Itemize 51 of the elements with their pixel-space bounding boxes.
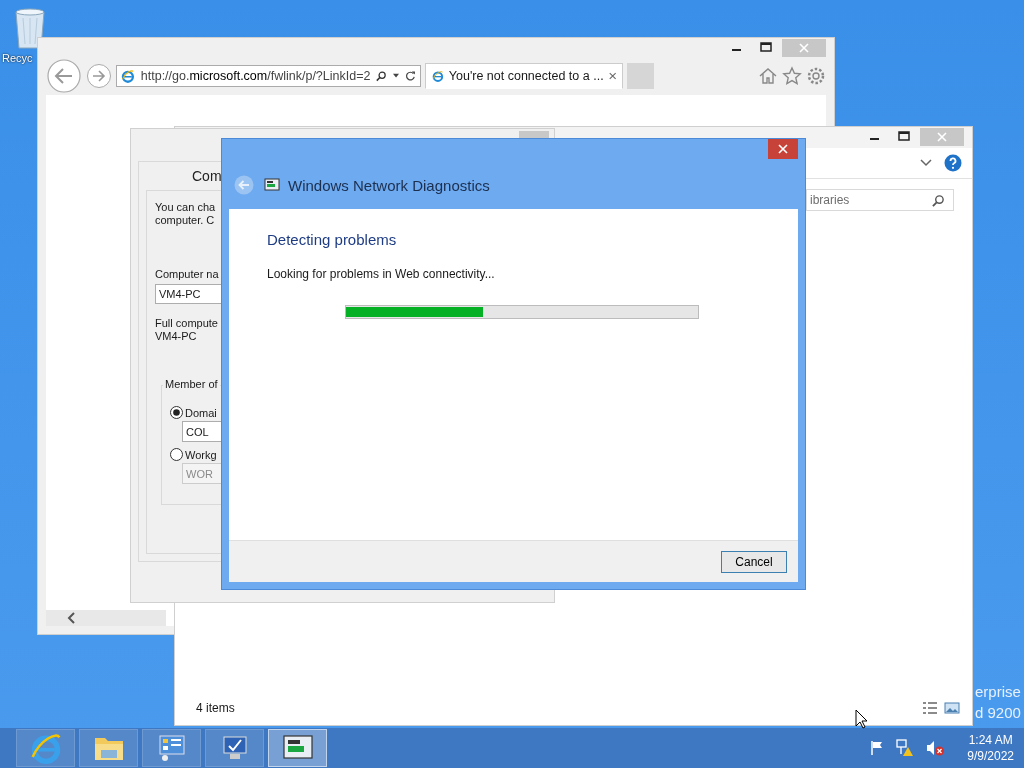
close-icon[interactable]: [608, 71, 616, 81]
status-message: Looking for problems in Web connectivity...: [267, 267, 496, 281]
network-warning-icon[interactable]: [895, 739, 916, 757]
refresh-icon[interactable]: [405, 69, 416, 83]
network-icon: [281, 734, 314, 762]
control-panel-icon: [156, 734, 187, 762]
browser-logo-icon: [121, 67, 135, 85]
address-bar[interactable]: http://go.microsoft.com/fwlink/p/?LinkId=2: [116, 65, 421, 87]
url-text: http://go.microsoft.com/fwlink/p/?LinkId=2: [140, 69, 371, 83]
close-button[interactable]: [768, 139, 798, 159]
horizontal-scrollbar[interactable]: [46, 610, 166, 626]
taskbar-button[interactable]: [268, 729, 327, 767]
speaker-muted-icon[interactable]: [925, 739, 946, 757]
scroll-left-icon[interactable]: [66, 612, 78, 624]
back-icon[interactable]: [46, 58, 82, 94]
description-text: computer. C: [155, 214, 215, 227]
cancel-button[interactable]: Cancel: [721, 550, 787, 573]
search-icon: [932, 193, 945, 207]
close-icon: [778, 144, 788, 154]
search-icon[interactable]: [376, 69, 388, 83]
search-field[interactable]: ibraries: [806, 189, 954, 211]
dialog-heading: Detecting problems: [267, 231, 398, 248]
group-label: Member of: [163, 378, 220, 390]
radio-button[interactable]: [170, 448, 183, 461]
radio-button[interactable]: [170, 406, 183, 419]
watermark-text: d 9200: [975, 704, 1021, 721]
field-label: Full compute: [155, 317, 218, 330]
caret-icon[interactable]: [393, 73, 400, 79]
network-icon: [264, 178, 280, 192]
dialog-title: Com: [192, 168, 222, 184]
watermark-text: erprise: [975, 683, 1021, 700]
settings-icon[interactable]: [806, 66, 826, 86]
browser-logo-icon: [29, 732, 62, 764]
browser-logo-icon: [432, 68, 444, 84]
full-name-text: VM4-PC: [155, 330, 197, 343]
window-title: Windows Network Diagnostics: [288, 176, 490, 194]
forward-icon[interactable]: [86, 63, 112, 89]
recycle-bin-icon[interactable]: [13, 8, 47, 50]
chevron-down-icon[interactable]: [920, 159, 932, 167]
icon-label: Recyc: [2, 52, 33, 64]
clock[interactable]: 1:24 AM 9/9/2022: [967, 732, 1014, 764]
star-icon[interactable]: [782, 66, 802, 86]
status-text: 4 items: [196, 701, 235, 715]
details-view-icon[interactable]: [922, 701, 938, 715]
browser-tab[interactable]: You're not connected to a ...: [425, 63, 623, 89]
description-text: You can cha: [155, 201, 216, 214]
help-icon[interactable]: [944, 154, 962, 172]
home-icon[interactable]: [758, 66, 778, 86]
thumbnail-view-icon[interactable]: [944, 701, 960, 715]
back-icon[interactable]: [234, 175, 254, 195]
field-label: Computer na: [155, 268, 219, 281]
